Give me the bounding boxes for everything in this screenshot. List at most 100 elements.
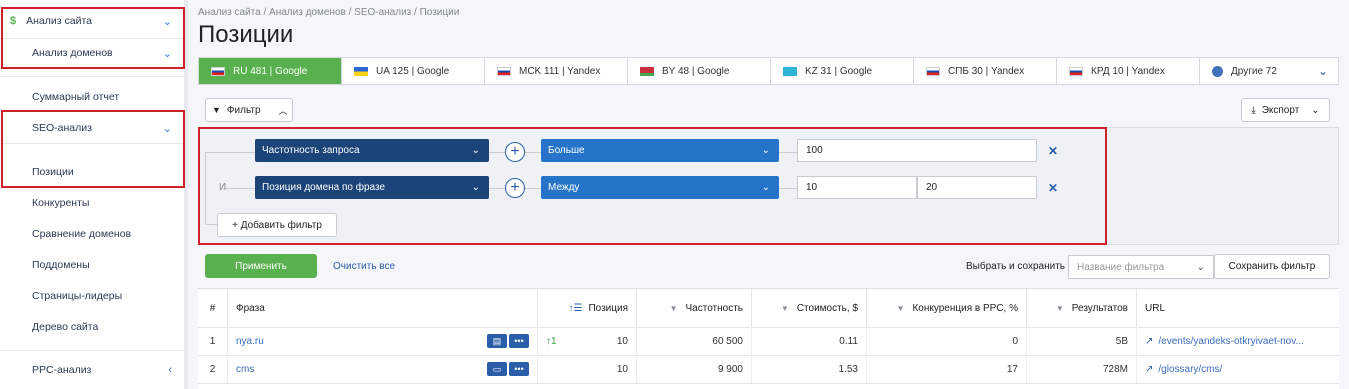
tab-label: КРД 10 | Yandex [1091,65,1165,77]
tab-label: KZ 31 | Google [805,65,873,77]
sidebar-item-label: Сравнение доменов [32,228,132,240]
cell-results: 728M [1027,355,1137,383]
phrase-link[interactable]: nya.ru [236,336,264,347]
col-header-position[interactable]: ↑☰ Позиция [538,289,637,327]
sidebar-item-competitors[interactable]: Конкуренты [0,192,184,214]
tab-krd[interactable]: КРД 10 | Yandex [1057,58,1200,84]
header-label: Позиция [588,302,628,314]
apply-button[interactable]: Применить [205,254,317,278]
cell-frequency: 60 500 [637,327,752,355]
header-label: Конкуренция в PPC, % [912,302,1018,314]
sidebar-item-label: Поддомены [32,259,90,271]
select-placeholder: Название фильтра [1077,261,1165,273]
tab-label: СПБ 30 | Yandex [948,65,1025,77]
sidebar-item-label: Конкуренты [32,197,90,209]
details-icon[interactable]: ▤ [487,334,507,348]
position-change: ↑1 [546,335,557,347]
download-icon: ⤓ [1251,104,1256,116]
funnel-icon: ▼ [212,105,221,115]
main-content: Анализ сайта / Анализ доменов / SEO-анал… [188,0,1349,389]
flag-ru-icon [1069,66,1083,76]
sidebar-item-compare[interactable]: Сравнение доменов [0,223,184,245]
tab-by[interactable]: BY 48 | Google [628,58,771,84]
highlight-box [1,7,185,69]
sidebar-item-summary[interactable]: Суммарный отчет [0,86,184,108]
tab-kz[interactable]: KZ 31 | Google [771,58,914,84]
highlight-box [198,127,1107,245]
chevron-down-icon: ⌄ [1196,261,1205,273]
cell-url: ↗ /events/yandeks-otkryivaet-nov... [1137,327,1339,355]
tab-label: BY 48 | Google [662,65,730,77]
tab-label: UA 125 | Google [376,65,450,77]
filter-button-label: Фильтр [226,104,261,116]
tab-label: MCK 111 | Yandex [519,65,601,77]
cell-competition: 0 [867,327,1027,355]
tab-msk[interactable]: MCK 111 | Yandex [485,58,628,84]
chevron-down-icon: ⌄ [1311,104,1320,116]
sort-icon: ▼ [1055,303,1064,313]
position-value: 10 [616,335,628,347]
col-header-results[interactable]: ▼ Результатов [1027,289,1137,327]
sidebar-item-subdomains[interactable]: Поддомены [0,254,184,276]
sidebar-item-label: Страницы-лидеры [32,290,123,302]
sort-icon: ▼ [669,303,678,313]
header-label: Стоимость, $ [796,302,858,314]
external-link-icon: ↗ [1145,363,1154,375]
comment-icon[interactable]: ▭ [487,362,507,376]
sort-icon: ▼ [780,303,789,313]
flag-kz-icon [783,66,797,76]
sidebar-item-ppc[interactable]: PPC-анализ ‹ [0,359,184,381]
header-label: Частотность [685,302,744,314]
save-filter-button[interactable]: Сохранить фильтр [1214,254,1330,279]
tab-ru[interactable]: RU 481 | Google [199,58,342,84]
sidebar-item-leaders[interactable]: Страницы-лидеры [0,285,184,307]
chevron-up-icon: ︿ [278,105,288,116]
more-icon[interactable]: ••• [509,362,529,376]
page-title: Позиции [198,21,294,48]
cell-num: 2 [198,355,228,383]
flag-ua-icon [354,66,368,76]
col-header-url[interactable]: URL [1137,289,1339,327]
cell-url: ↗ /glossary/cms/ [1137,355,1339,383]
globe-icon [1212,65,1223,77]
col-header-cost[interactable]: ▼ Стоимость, $ [752,289,867,327]
phrase-link[interactable]: cms [236,364,254,375]
choose-save-label: Выбрать и сохранить [966,261,1066,272]
cell-frequency: 9 900 [637,355,752,383]
export-button[interactable]: ⤓ Экспорт ⌄ [1241,98,1330,122]
col-header-phrase[interactable]: Фраза [228,289,538,327]
tab-label: RU 481 | Google [233,65,308,77]
tab-ua[interactable]: UA 125 | Google [342,58,485,84]
cell-position: 10 [538,355,637,383]
chevron-left-icon: ‹ [168,364,172,376]
results-table: # Фраза ↑☰ Позиция ▼ Частотность ▼ Стоимост… [198,288,1339,389]
filter-button[interactable]: ▼ Фильтр ︿ [205,98,293,122]
flag-ru-icon [497,66,511,76]
filter-name-select[interactable]: Название фильтра ⌄ [1068,255,1214,279]
clear-all-link[interactable]: Очистить все [333,261,395,272]
cell-results: 5B [1027,327,1137,355]
engine-tabs: RU 481 | Google UA 125 | Google MCK 111 … [198,57,1339,85]
more-icon[interactable]: ••• [509,334,529,348]
cell-competition: 17 [867,355,1027,383]
cell-num: 1 [198,327,228,355]
url-link[interactable]: /events/yandeks-otkryivaet-nov... [1158,336,1303,347]
tab-spb[interactable]: СПБ 30 | Yandex [914,58,1057,84]
flag-ru-icon [211,66,225,76]
sort-asc-icon: ↑☰ [568,302,583,314]
cell-phrase: cms ▭ ••• [228,355,538,383]
sort-icon: ▼ [896,303,905,313]
export-button-label: Экспорт [1261,104,1300,116]
col-header-num: # [198,289,228,327]
sidebar-item-label: Дерево сайта [32,321,99,333]
chevron-down-icon: ⌄ [1317,64,1328,78]
sidebar-item-tree[interactable]: Дерево сайта [0,316,184,338]
flag-by-icon [640,66,654,76]
cell-cost: 1.53 [752,355,867,383]
col-header-competition[interactable]: ▼ Конкуренция в PPC, % [867,289,1027,327]
tab-others[interactable]: Другие 72 ⌄ [1200,58,1338,84]
col-header-frequency[interactable]: ▼ Частотность [637,289,752,327]
sidebar-item-label: PPC-анализ [32,364,92,376]
tab-label: Другие 72 [1231,65,1277,77]
url-link[interactable]: /glossary/cms/ [1158,364,1222,375]
